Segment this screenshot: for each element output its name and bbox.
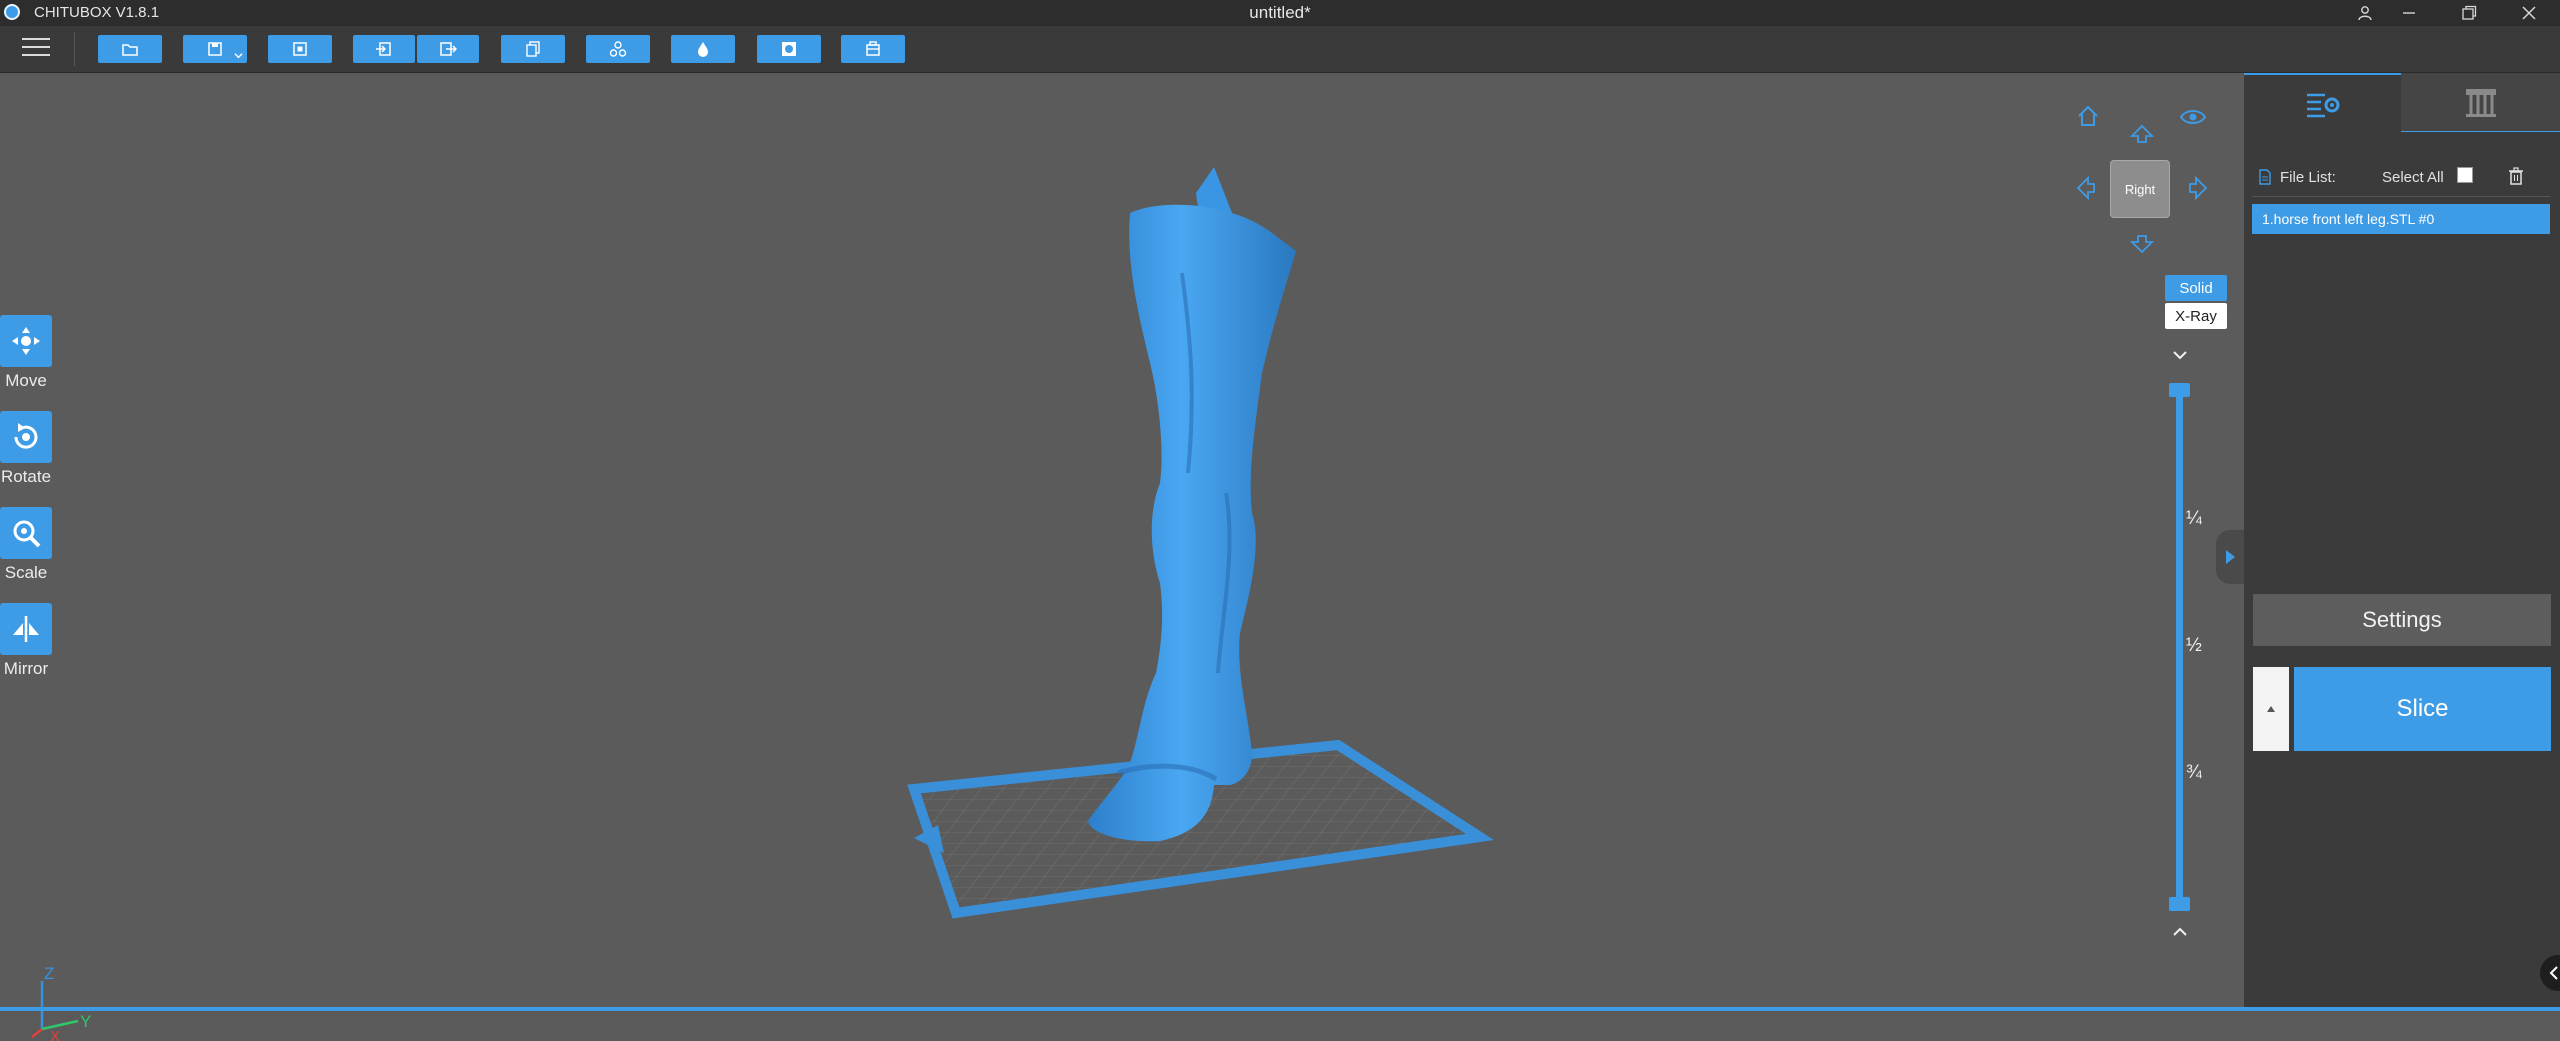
toolbar-divider [74,32,75,66]
list-gear-icon [2306,93,2339,118]
rotate-label: Rotate [0,467,52,486]
trash-icon[interactable] [2508,167,2524,185]
scale-tool[interactable]: Scale [0,507,52,583]
chevron-left-icon [2549,966,2558,980]
frame-icon [293,42,307,56]
main-toolbar [0,26,2560,73]
select-all-label: Select All [2382,169,2444,186]
fit-view-button[interactable] [268,35,332,63]
save-button[interactable] [183,35,247,63]
file-list-header: File List: Select All [2256,166,2552,188]
file-list-divider [2252,196,2550,197]
copy-icon [526,41,540,57]
title-bar: CHITUBOX V1.8.1 untitled* [0,0,2560,26]
file-list-item[interactable]: 1.horse front left leg.STL #0 [2252,204,2550,234]
panel-collapse-toggle[interactable] [2216,530,2244,584]
menu-icon[interactable] [22,38,50,60]
rotate-tool[interactable]: Rotate [0,411,52,487]
view-left-arrow-icon[interactable] [2076,175,2096,206]
rotate-icon [0,411,52,463]
folder-icon [122,44,138,56]
slider-quarter-label: ¼ [2186,508,2202,529]
drop-icon [698,42,708,57]
save-icon [208,42,222,56]
view-right-arrow-icon[interactable] [2188,175,2208,206]
document-icon [2259,169,2271,185]
minimize-icon[interactable] [2380,0,2438,26]
close-icon[interactable] [2500,0,2558,26]
box-icon [866,41,880,56]
scale-icon [0,507,52,559]
tab-supports[interactable] [2401,73,2560,132]
mirror-icon [0,603,52,655]
move-icon [0,315,52,367]
solid-mode-button[interactable]: Solid [2165,275,2227,301]
scale-label: Scale [4,563,48,582]
export-icon [440,42,457,56]
layer-slider-bottom-handle[interactable] [2169,897,2190,911]
chevron-down-icon [234,53,243,59]
view-down-arrow-icon[interactable] [2129,234,2155,260]
dig-hole-button[interactable] [757,35,821,63]
layer-slider-track[interactable] [2176,388,2183,906]
settings-button[interactable]: Settings [2253,594,2551,646]
view-cube[interactable]: Right [2110,160,2170,218]
horse-leg-model[interactable] [1088,167,1296,842]
eye-icon[interactable] [2179,108,2207,132]
export-button[interactable] [417,35,479,63]
axis-x-label: X [50,1028,60,1041]
slice-options-toggle[interactable] [2253,667,2289,751]
axes-indicator: Z Y X [31,964,91,1041]
import-button[interactable] [353,35,415,63]
copy-button[interactable] [501,35,565,63]
document-title: untitled* [1249,3,1311,22]
arrange-icon [609,41,627,57]
axis-z-label: Z [44,964,54,983]
play-right-icon [2226,550,2235,564]
axis-y-label: Y [80,1012,91,1031]
move-label: Move [5,371,47,390]
move-tool[interactable]: Move [0,315,52,391]
restore-icon[interactable] [2440,0,2498,26]
home-view-icon[interactable] [2076,104,2100,134]
bottom-status-strip [0,1007,2560,1011]
slider-half-label: ½ [2186,635,2202,656]
view-up-arrow-icon[interactable] [2129,124,2155,150]
hollow-button[interactable] [671,35,735,63]
support-structure-icon [2465,89,2496,117]
xray-mode-button[interactable]: X-Ray [2165,303,2227,329]
chevron-down-icon[interactable] [2171,348,2189,366]
slider-three-quarter-label: ¾ [2186,762,2202,783]
layer-slider-top-handle[interactable] [2169,383,2190,397]
arrange-button[interactable] [586,35,650,63]
select-all-checkbox[interactable] [2457,167,2473,183]
supports-button[interactable] [841,35,905,63]
3d-viewport[interactable]: Move Rotate Scale Mirror Z Y X [0,73,2244,1041]
scene-render [907,167,1494,919]
hole-icon [782,42,796,56]
mirror-label: Mirror [3,659,49,678]
import-icon [376,42,391,56]
open-file-button[interactable] [98,35,162,63]
slice-button[interactable]: Slice [2294,667,2551,751]
chevron-up-icon[interactable] [2171,925,2189,943]
tab-file-settings[interactable] [2244,73,2401,133]
mirror-tool[interactable]: Mirror [0,603,52,679]
caret-up-icon [2267,706,2275,712]
file-list-label: File List: [2280,169,2336,186]
view-cube-face-label: Right [2124,181,2156,197]
